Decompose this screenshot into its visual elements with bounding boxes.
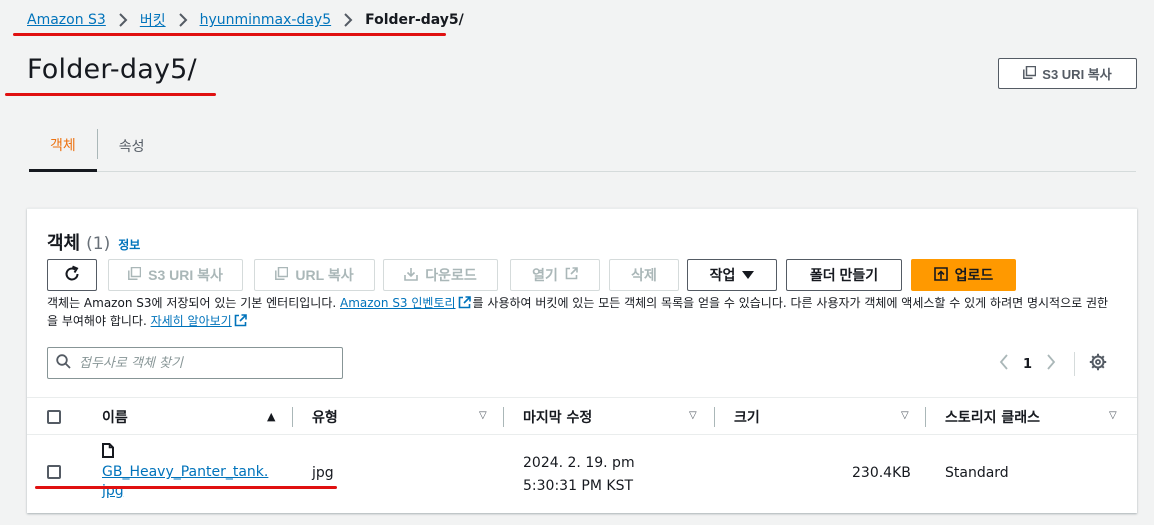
copy-s3-uri-button[interactable]: S3 URI 복사 [998, 58, 1137, 89]
objects-panel: 객체 (1) 정보 S3 URI 복사 URL 복사 다운로드 열기 삭제 작업… [27, 208, 1137, 513]
tab-properties[interactable]: 속성 [98, 120, 166, 172]
copy-s3-uri-toolbar-label: S3 URI 복사 [148, 267, 223, 283]
chevron-left-icon[interactable] [999, 354, 1009, 374]
chevron-right-icon [178, 13, 188, 27]
actions-dropdown[interactable]: 작업 [687, 259, 777, 291]
external-link-icon [565, 267, 578, 283]
delete-label: 삭제 [631, 267, 657, 283]
annotation-underline [35, 486, 337, 489]
upload-icon [933, 266, 948, 284]
copy-icon [128, 266, 142, 283]
sort-icon[interactable]: ▽ [689, 410, 697, 421]
settings-gear-icon[interactable] [1089, 353, 1107, 375]
column-header-last-modified[interactable]: 마지막 수정 [523, 398, 592, 436]
pager-divider [1074, 352, 1076, 376]
page-number[interactable]: 1 [1023, 357, 1032, 372]
breadcrumb-current: Folder-day5/ [365, 12, 464, 28]
download-label: 다운로드 [425, 267, 477, 283]
breadcrumb: Amazon S3 버킷 hyunminmax-day5 Folder-day5… [27, 10, 464, 30]
table-row: GB_Heavy_Panter_tank.jpg jpg 2024. 2. 19… [27, 435, 1137, 513]
object-name-link[interactable]: GB_Heavy_Panter_tank.jpg [102, 463, 272, 501]
column-divider [925, 407, 926, 427]
column-header-name[interactable]: 이름 [102, 398, 128, 436]
learn-more-link[interactable]: 자세히 알아보기 [151, 314, 232, 328]
column-divider [292, 407, 293, 427]
row-checkbox[interactable] [47, 465, 61, 479]
sort-ascending-icon[interactable]: ▲ [267, 410, 275, 423]
upload-label: 업로드 [954, 267, 994, 283]
chevron-right-icon [118, 13, 128, 27]
panel-header: 객체 (1) 정보 [47, 229, 140, 255]
column-header-storage-class[interactable]: 스토리지 클래스 [945, 398, 1040, 436]
panel-title: 객체 [47, 233, 81, 254]
delete-button[interactable]: 삭제 [609, 259, 679, 291]
column-header-type[interactable]: 유형 [312, 398, 338, 436]
refresh-icon [63, 265, 81, 286]
create-folder-button[interactable]: 폴더 만들기 [786, 259, 902, 291]
object-size: 230.4KB [852, 465, 911, 481]
table-header: 이름 ▲ 유형 ▽ 마지막 수정 ▽ 크기 ▽ 스토리지 클래스 ▽ [27, 397, 1137, 435]
select-all-checkbox[interactable] [47, 410, 61, 424]
object-count: (1) [86, 234, 111, 254]
tab-bar: 객체 속성 [29, 120, 1136, 172]
upload-button[interactable]: 업로드 [911, 259, 1016, 291]
breadcrumb-amazon-s3[interactable]: Amazon S3 [27, 12, 106, 28]
breadcrumb-bucket[interactable]: hyunminmax-day5 [200, 12, 332, 28]
column-header-size[interactable]: 크기 [734, 398, 760, 436]
download-button[interactable]: 다운로드 [383, 259, 498, 291]
chevron-right-icon [343, 13, 353, 27]
select-all-cell [47, 398, 61, 436]
info-link[interactable]: 정보 [118, 236, 140, 253]
copy-s3-uri-toolbar-button[interactable]: S3 URI 복사 [108, 259, 243, 291]
object-type: jpg [312, 465, 334, 481]
actions-label: 작업 [709, 267, 736, 283]
column-divider [503, 407, 504, 427]
annotation-underline [13, 33, 446, 36]
sort-icon[interactable]: ▽ [479, 410, 487, 421]
chevron-right-icon[interactable] [1046, 354, 1056, 374]
pagination: 1 [999, 352, 1107, 376]
copy-s3-uri-label: S3 URI 복사 [1042, 67, 1112, 82]
file-icon [102, 443, 114, 462]
download-icon [404, 267, 419, 284]
page-title: Folder-day5/ [27, 54, 197, 85]
open-label: 열기 [532, 267, 558, 283]
inventory-link[interactable]: Amazon S3 인벤토리 [340, 296, 456, 310]
open-button[interactable]: 열기 [510, 259, 600, 291]
refresh-button[interactable] [47, 259, 97, 291]
annotation-underline [5, 93, 216, 96]
copy-icon [275, 266, 289, 283]
external-link-icon [458, 296, 471, 313]
tab-objects[interactable]: 객체 [29, 120, 97, 172]
search-icon [56, 353, 71, 373]
object-storage-class: Standard [945, 465, 1009, 481]
caret-down-icon [742, 267, 755, 283]
external-link-icon [234, 314, 247, 331]
create-folder-label: 폴더 만들기 [809, 267, 879, 283]
row-select-cell [47, 465, 61, 483]
copy-icon [1023, 65, 1037, 82]
object-last-modified: 2024. 2. 19. pm 5:30:31 PM KST [523, 455, 635, 494]
description-text: 객체는 Amazon S3에 저장되어 있는 기본 엔터티입니다. [47, 296, 340, 310]
search-field [47, 347, 343, 379]
column-divider [714, 407, 715, 427]
panel-description: 객체는 Amazon S3에 저장되어 있는 기본 엔터티입니다. Amazon… [47, 295, 1117, 331]
sort-icon[interactable]: ▽ [1109, 410, 1117, 421]
sort-icon[interactable]: ▽ [901, 410, 909, 421]
search-input[interactable] [79, 355, 329, 371]
copy-url-button[interactable]: URL 복사 [254, 259, 375, 291]
breadcrumb-buckets[interactable]: 버킷 [140, 10, 166, 30]
copy-url-label: URL 복사 [295, 267, 354, 283]
